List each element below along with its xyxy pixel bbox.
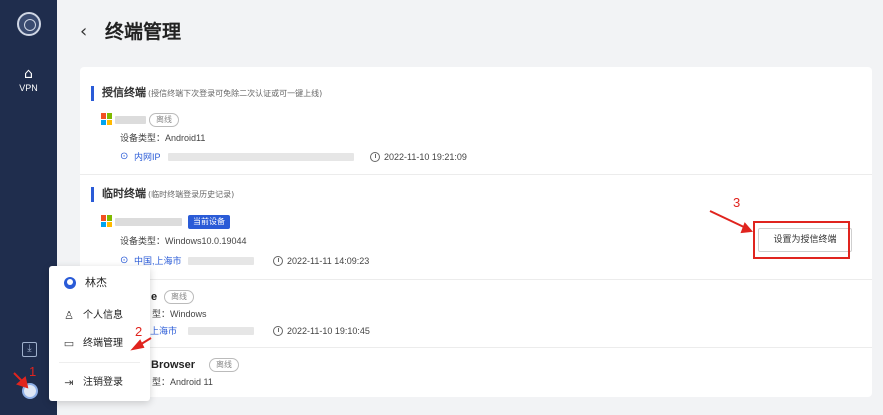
device-type: 设备类型：Windows10.0.19044: [120, 236, 247, 246]
device-type: 设备类型：Android11: [120, 133, 206, 143]
login-time: 2022-11-10 19:10:45: [287, 326, 370, 336]
terminal-list-card: 授信终端 (授信终端下次登录可免除二次认证或可一键上线) 离线 设备类型：Andr…: [80, 67, 872, 397]
terminal-icon: ▭: [63, 337, 75, 350]
set-trusted-button[interactable]: 设置为授信终端: [758, 228, 852, 252]
windows-icon: [101, 113, 113, 125]
divider: [80, 347, 872, 348]
login-time: 2022-11-11 14:09:23: [287, 256, 370, 266]
sidebar-item-vpn[interactable]: ⌂ VPN: [0, 66, 57, 108]
annotation-step-3: 3: [733, 195, 741, 210]
temp-device-row: Browser 离线 型：Android 11: [80, 353, 872, 397]
back-icon[interactable]: ‹: [80, 21, 87, 43]
divider: [80, 174, 872, 175]
location-link[interactable]: 内网IP: [134, 151, 161, 163]
windows-icon: [101, 215, 113, 227]
location-pin-icon: ⊙: [120, 151, 129, 162]
divider: [80, 279, 872, 280]
person-card-icon: ♙: [64, 309, 74, 322]
menu-item-logout[interactable]: ⇥ 注销登录: [49, 372, 150, 394]
redacted-ip: [188, 327, 254, 335]
redacted-device-name: [115, 116, 146, 124]
menu-divider: [59, 362, 140, 363]
user-avatar-button[interactable]: [22, 383, 38, 399]
redacted-ip: [188, 257, 254, 265]
university-logo: [17, 12, 41, 36]
trusted-section-title: 授信终端 (授信终端下次登录可免除二次认证或可一键上线): [91, 86, 322, 101]
logout-icon: ⇥: [64, 376, 74, 389]
user-name: 林杰: [85, 276, 107, 289]
home-icon: ⌂: [24, 66, 33, 82]
redacted-device-name: [115, 218, 182, 226]
status-badge: 离线: [164, 290, 194, 304]
location-link[interactable]: 上海市: [150, 325, 177, 337]
device-type: 型：Windows: [152, 309, 207, 319]
annotation-step-1: 1: [29, 364, 37, 379]
sidebar-item-label: VPN: [19, 83, 38, 93]
current-device-badge: 当前设备: [188, 215, 230, 229]
temp-section-title: 临时终端 (临时终端登录历史记录): [91, 187, 234, 202]
clock-icon: [370, 152, 380, 162]
annotation-step-2: 2: [135, 324, 143, 339]
trusted-section-hint: (授信终端下次登录可免除二次认证或可一键上线): [148, 89, 323, 98]
device-name: Browser: [151, 359, 196, 371]
temp-section-hint: (临时终端登录历史记录): [148, 190, 235, 199]
clock-icon: [273, 256, 283, 266]
page-title: 终端管理: [105, 21, 182, 43]
user-menu-header: 林杰: [49, 266, 150, 300]
clock-icon: [273, 326, 283, 336]
redacted-ip: [168, 153, 354, 161]
user-avatar-icon: [64, 277, 76, 289]
temp-device-row: e 离线 型：Windows 上海市 2022-11-10 19:10:45: [80, 287, 872, 342]
login-time: 2022-11-10 19:21:09: [384, 152, 467, 162]
temp-device-row: 当前设备 设备类型：Windows10.0.19044 ⊙ 中国,上海市 202…: [80, 209, 872, 271]
status-badge: 离线: [149, 113, 179, 127]
device-type: 型：Android 11: [152, 377, 213, 387]
download-icon[interactable]: ⤓: [22, 342, 37, 357]
device-name: e: [151, 291, 158, 303]
status-badge: 离线: [209, 358, 239, 372]
trusted-device-row: 离线 设备类型：Android11 ⊙ 内网IP 2022-11-10 19:2…: [80, 107, 872, 163]
